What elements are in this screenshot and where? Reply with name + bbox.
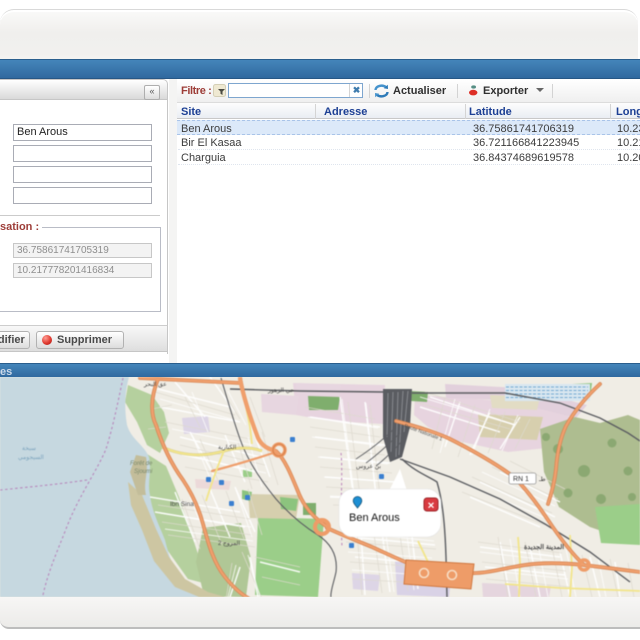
svg-text:✕: ✕	[427, 501, 435, 511]
svg-text:عق البحر: عق البحر	[143, 381, 167, 388]
svg-text:Ben Arous: Ben Arous	[349, 512, 400, 524]
svg-text:Ibn Sina: Ibn Sina	[170, 501, 194, 508]
svg-text:Forêt de: Forêt de	[130, 461, 153, 467]
svg-text:السيجومي: السيجومي	[18, 454, 44, 461]
svg-text:طـ: طـ	[538, 476, 546, 483]
svg-text:بن عروس: بن عروس	[356, 464, 381, 470]
svg-text:الكبارية: الكبارية	[218, 444, 237, 451]
svg-text:RN 1: RN 1	[513, 476, 529, 483]
svg-text:حي الزهور: حي الزهور	[267, 387, 295, 394]
svg-text:سبخة: سبخة	[22, 446, 36, 452]
svg-text:Sjoumi: Sjoumi	[134, 469, 153, 475]
svg-text:المدينة الجديدة: المدينة الجديدة	[524, 543, 564, 551]
svg-text:المروج 2: المروج 2	[218, 540, 240, 547]
